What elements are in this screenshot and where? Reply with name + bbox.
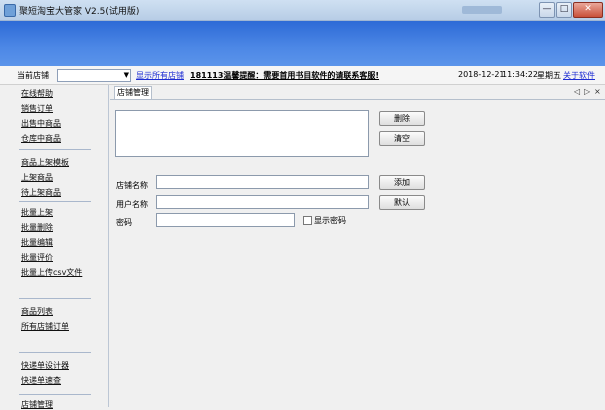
sidebar-item-pending-listing[interactable]: 待上架商品 [21,187,61,198]
weekday-text: 星期五 [537,71,561,80]
header-banner [0,21,605,66]
time-text: 11:34:22 [502,70,538,79]
sidebar-item-all-orders[interactable]: 所有店铺订单 [21,321,69,332]
app-icon [4,4,16,17]
tab-prev-icon[interactable]: ◁ [574,87,580,96]
current-store-label: 当前店铺 [17,71,49,80]
chevron-down-icon: ▼ [123,71,129,79]
show-password-label: 显示密码 [314,216,346,225]
sidebar-item-batch-edit[interactable]: 批量编辑 [21,237,53,248]
sidebar-divider [19,149,91,150]
store-name-label: 店铺名称 [116,181,148,190]
sidebar-item-help[interactable]: 在线帮助 [21,88,53,99]
sidebar-item-batch-review[interactable]: 批量评价 [21,252,53,263]
user-name-field[interactable] [156,195,369,209]
close-button[interactable]: ✕ [573,2,603,18]
date-text: 2018-12-21 [458,70,505,79]
sidebar-divider [19,394,91,395]
sidebar-item-batch-delete[interactable]: 批量删除 [21,222,53,233]
title-bar: 聚短淘宝大管家 V2.5(试用版) — □ ✕ [0,0,605,21]
sidebar-divider [19,201,91,202]
window-title: 聚短淘宝大管家 V2.5(试用版) [19,7,140,17]
password-field[interactable] [156,213,295,227]
store-name-field[interactable] [156,175,369,189]
sidebar-item-waybill-designer[interactable]: 快递单设计器 [21,360,69,371]
sidebar-item-product-list[interactable]: 商品列表 [21,306,53,317]
toolbar: 当前店铺 ▼ 显示所有店铺 181113温馨提醒：需要首用书目软件的请联系客服!… [0,66,605,85]
sidebar-item-store-manage[interactable]: 店铺管理 [21,399,53,410]
sidebar-item-on-sale[interactable]: 出售中商品 [21,118,61,129]
default-button[interactable]: 默认 [379,195,425,210]
about-link[interactable]: 关于软件 [563,70,595,81]
maximize-button[interactable]: □ [556,2,572,18]
tab-close-icon[interactable]: × [594,87,601,96]
title-logo [462,6,502,14]
sidebar-divider [19,352,91,353]
store-select[interactable]: ▼ [57,69,131,82]
delete-button[interactable]: 删除 [379,111,425,126]
clear-button[interactable]: 清空 [379,131,425,146]
show-password-checkbox[interactable] [303,216,312,225]
sidebar-item-listing-template[interactable]: 商品上架模板 [21,157,69,168]
sidebar-item-waybill-query[interactable]: 快递单速查 [21,375,61,386]
tab-store-manage[interactable]: 店铺管理 [114,86,152,99]
sidebar-item-batch-csv[interactable]: 批量上传csv文件 [21,267,82,278]
sidebar-divider [19,298,91,299]
add-button[interactable]: 添加 [379,175,425,190]
sidebar-item-warehouse[interactable]: 仓库中商品 [21,133,61,144]
user-name-label: 用户名称 [116,200,148,209]
sidebar-item-list-product[interactable]: 上架商品 [21,172,53,183]
show-all-stores-link[interactable]: 显示所有店铺 [136,70,184,81]
sidebar-item-sales-orders[interactable]: 销售订单 [21,103,53,114]
tab-next-icon[interactable]: ▷ [584,87,590,96]
password-label: 密码 [116,218,132,227]
minimize-button[interactable]: — [539,2,555,18]
sidebar-item-batch-list[interactable]: 批量上架 [21,207,53,218]
store-listbox[interactable] [115,110,369,157]
notice-link[interactable]: 181113温馨提醒：需要首用书目软件的请联系客服! [190,70,379,81]
tab-bar: 店铺管理 ◁ ▷ × [110,86,605,99]
